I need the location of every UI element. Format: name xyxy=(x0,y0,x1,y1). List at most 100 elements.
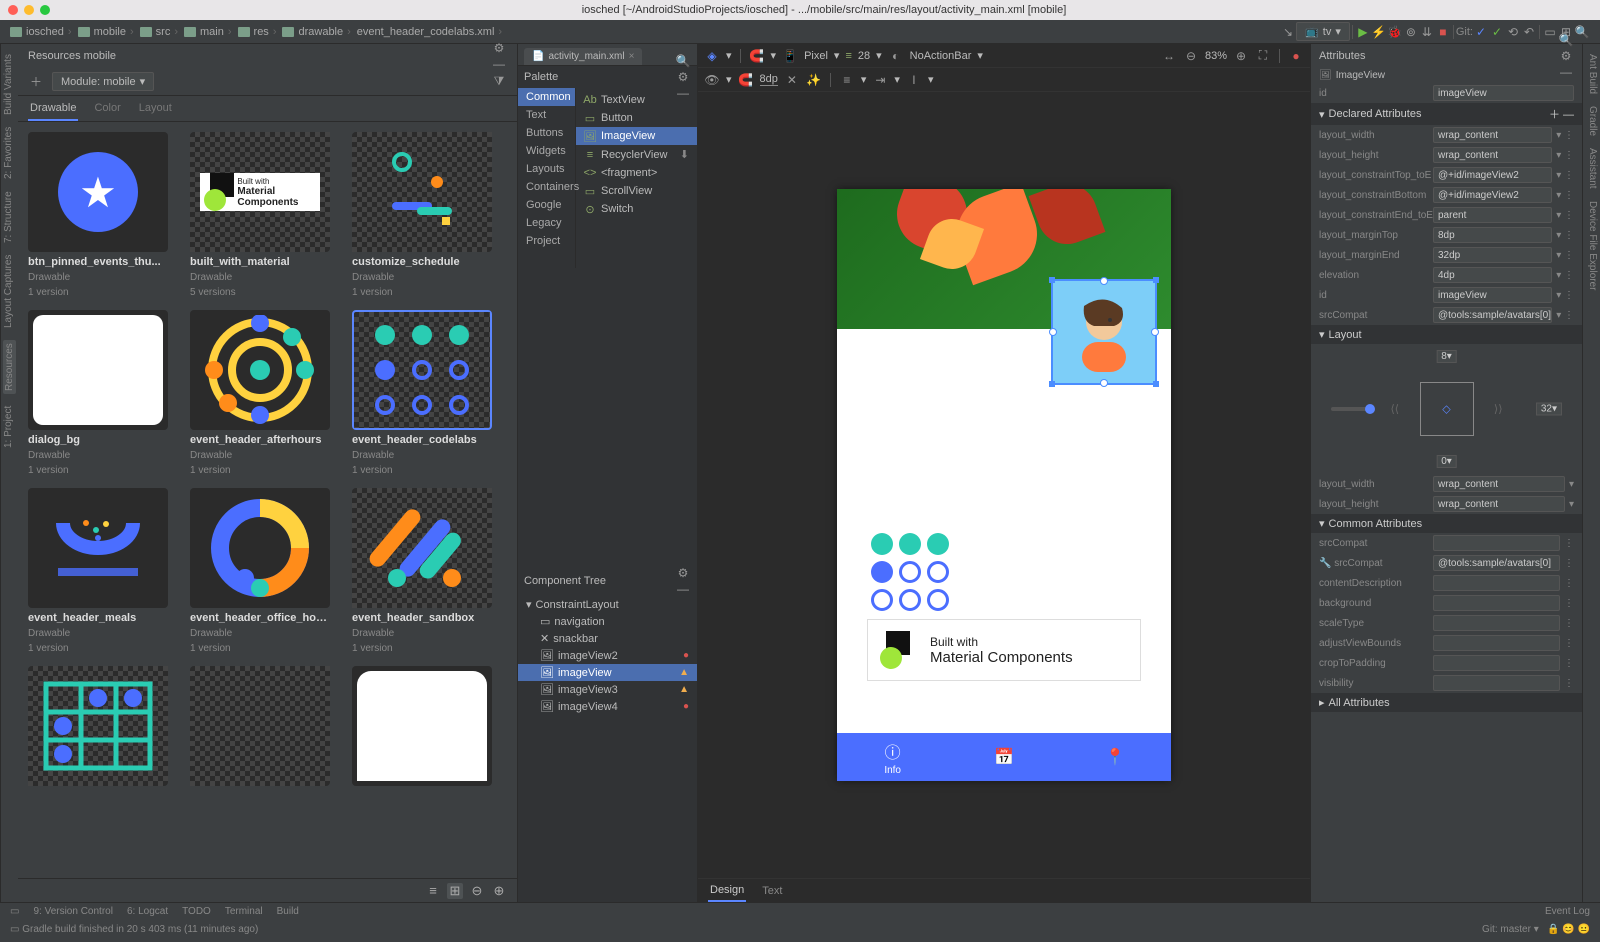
nav-info[interactable]: ⓘInfo xyxy=(837,733,948,781)
guidelines-icon[interactable]: I xyxy=(906,72,922,88)
resource-card[interactable]: event_header_sandboxDrawable1 version xyxy=(352,488,502,654)
zoom-out-icon[interactable]: ⊖ xyxy=(1183,48,1199,64)
resource-card[interactable]: event_header_codelabsDrawable1 version xyxy=(352,310,502,476)
attr-field[interactable]: parent xyxy=(1433,207,1552,223)
resource-card[interactable]: dialog_bgDrawable1 version xyxy=(28,310,178,476)
theme-icon[interactable]: ◐ xyxy=(888,48,904,64)
search-icon[interactable]: 🔍 xyxy=(1574,24,1590,40)
tree-item[interactable]: ▭ navigation xyxy=(518,613,697,630)
status-item[interactable]: Terminal xyxy=(225,906,263,917)
apply-changes-icon[interactable]: ⚡ xyxy=(1371,24,1387,40)
window-min-dot[interactable] xyxy=(24,5,34,15)
run-icon[interactable]: ▶ xyxy=(1355,24,1371,40)
section-declared[interactable]: ▾ Declared Attributes＋ ― xyxy=(1311,103,1582,125)
search-icon[interactable]: 🔍 xyxy=(1558,32,1574,48)
stop-icon[interactable]: ■ xyxy=(1435,24,1451,40)
infer-icon[interactable]: ✨ xyxy=(806,72,822,88)
resource-card[interactable]: event_header_mealsDrawable1 version xyxy=(28,488,178,654)
gutter-device-explorer[interactable]: Device File Explorer xyxy=(1585,201,1598,290)
attr-field[interactable]: @tools:sample/avatars[0] xyxy=(1433,307,1552,323)
tab-text[interactable]: Text xyxy=(760,881,784,901)
device-icon[interactable]: 📱 xyxy=(782,48,798,64)
attr-field[interactable]: @tools:sample/avatars[0] xyxy=(1433,555,1560,571)
view-options-icon[interactable]: 👁 xyxy=(704,72,720,88)
attr-field[interactable]: @+id/imageView2 xyxy=(1433,187,1552,203)
gutter-favorites[interactable]: 2: Favorites xyxy=(3,127,16,179)
tree-item[interactable]: 🖼 imageView2● xyxy=(518,647,697,664)
debug-icon[interactable]: 🐞 xyxy=(1387,24,1403,40)
align-icon[interactable]: ≡ xyxy=(839,72,855,88)
orientation-icon[interactable]: 🧲 xyxy=(749,48,765,64)
resource-card[interactable]: event_header_office_hoursDrawable1 versi… xyxy=(190,488,340,654)
magnet-icon[interactable]: 🧲 xyxy=(738,72,754,88)
layout-height-field[interactable]: wrap_content xyxy=(1433,496,1565,512)
module-dropdown[interactable]: Module: mobile ▾ xyxy=(52,72,154,91)
breadcrumb-item[interactable]: event_header_codelabs.xml xyxy=(357,26,506,38)
palette-cat-text[interactable]: Text xyxy=(518,106,575,124)
attr-field[interactable] xyxy=(1433,595,1560,611)
arrow-icon[interactable]: ↘ xyxy=(1280,24,1296,40)
gutter-assistant[interactable]: Assistant xyxy=(1585,148,1598,189)
window-max-dot[interactable] xyxy=(40,5,50,15)
avd-icon[interactable]: ▭ xyxy=(1542,24,1558,40)
palette-cat-widgets[interactable]: Widgets xyxy=(518,142,575,160)
palette-cat-buttons[interactable]: Buttons xyxy=(518,124,575,142)
attr-field[interactable] xyxy=(1433,675,1560,691)
status-item[interactable]: TODO xyxy=(182,906,211,917)
event-log[interactable]: Event Log xyxy=(1545,906,1590,917)
palette-item[interactable]: ⊙Switch xyxy=(576,200,697,218)
attr-field[interactable] xyxy=(1433,635,1560,651)
tree-item[interactable]: 🖼 imageView4● xyxy=(518,698,697,715)
gear-icon[interactable]: ⚙ xyxy=(491,40,507,56)
gutter-gradle[interactable]: Gradle xyxy=(1585,106,1598,136)
attr-field[interactable] xyxy=(1433,575,1560,591)
clear-constraints-icon[interactable]: ✕ xyxy=(784,72,800,88)
zoom-out-icon[interactable]: ⊖ xyxy=(469,883,485,899)
tree-item[interactable]: 🖼 imageView3▲ xyxy=(518,681,697,698)
gear-icon[interactable]: ⚙ xyxy=(1558,48,1574,64)
resource-grid[interactable]: ★btn_pinned_events_thu...Drawable1 versi… xyxy=(18,122,517,878)
breadcrumb-item[interactable]: drawable xyxy=(282,26,354,38)
breadcrumb-item[interactable]: main xyxy=(184,26,236,38)
palette-item[interactable]: <><fragment> xyxy=(576,164,697,182)
layers-icon[interactable]: ◈ xyxy=(704,48,720,64)
constraint-widget[interactable]: ◇ ⟨⟨ ⟩⟩ 8 ▾ 32 ▾ 0 ▾ xyxy=(1311,344,1582,474)
attr-field[interactable]: 4dp xyxy=(1433,267,1552,283)
attr-field[interactable]: 8dp xyxy=(1433,227,1552,243)
gutter-project[interactable]: 1: Project xyxy=(3,406,16,448)
section-common[interactable]: ▾ Common Attributes xyxy=(1311,514,1582,533)
resource-card[interactable] xyxy=(352,666,502,802)
search-icon[interactable]: 🔍 xyxy=(675,53,691,69)
tab-design[interactable]: Design xyxy=(708,880,746,902)
id-field[interactable]: imageView xyxy=(1433,85,1574,101)
palette-cat-google[interactable]: Google xyxy=(518,196,575,214)
fit-icon[interactable]: ⛶ xyxy=(1255,48,1271,64)
attr-field[interactable]: wrap_content xyxy=(1433,147,1552,163)
device-select[interactable]: 📺 tv ▾ xyxy=(1296,22,1350,41)
tree-item[interactable]: ✕ snackbar xyxy=(518,630,697,647)
breadcrumb-item[interactable]: iosched xyxy=(10,26,76,38)
selected-imageview[interactable] xyxy=(1051,279,1157,385)
window-close-dot[interactable] xyxy=(8,5,18,15)
breadcrumb-item[interactable]: src xyxy=(140,26,182,38)
attr-field[interactable]: 32dp xyxy=(1433,247,1552,263)
breadcrumb-item[interactable]: mobile xyxy=(78,26,138,38)
tab-layout[interactable]: Layout xyxy=(137,96,174,121)
tree-item[interactable]: 🖼 imageView▲ xyxy=(518,664,697,681)
zoom-in-icon[interactable]: ⊕ xyxy=(1233,48,1249,64)
palette-item[interactable]: AbTextView xyxy=(576,91,697,109)
status-item[interactable]: Build xyxy=(277,906,299,917)
palette-item[interactable]: ▭Button xyxy=(576,109,697,127)
resource-card[interactable]: ★btn_pinned_events_thu...Drawable1 versi… xyxy=(28,132,178,298)
pack-icon[interactable]: ⇥ xyxy=(872,72,888,88)
grid-view-icon[interactable]: ⊞ xyxy=(447,883,463,899)
list-view-icon[interactable]: ≡ xyxy=(425,883,441,899)
palette-item[interactable]: 🖼ImageView xyxy=(576,127,697,145)
pan-icon[interactable]: ↔ xyxy=(1161,48,1177,64)
warnings-icon[interactable]: ● xyxy=(1288,48,1304,64)
tab-drawable[interactable]: Drawable xyxy=(28,96,78,121)
bottom-nav[interactable]: ⓘInfo 📅 📍 xyxy=(837,733,1171,781)
nav-schedule[interactable]: 📅 xyxy=(948,733,1059,781)
palette-cat-project[interactable]: Project xyxy=(518,232,575,250)
git-pull-icon[interactable]: ✓ xyxy=(1473,24,1489,40)
